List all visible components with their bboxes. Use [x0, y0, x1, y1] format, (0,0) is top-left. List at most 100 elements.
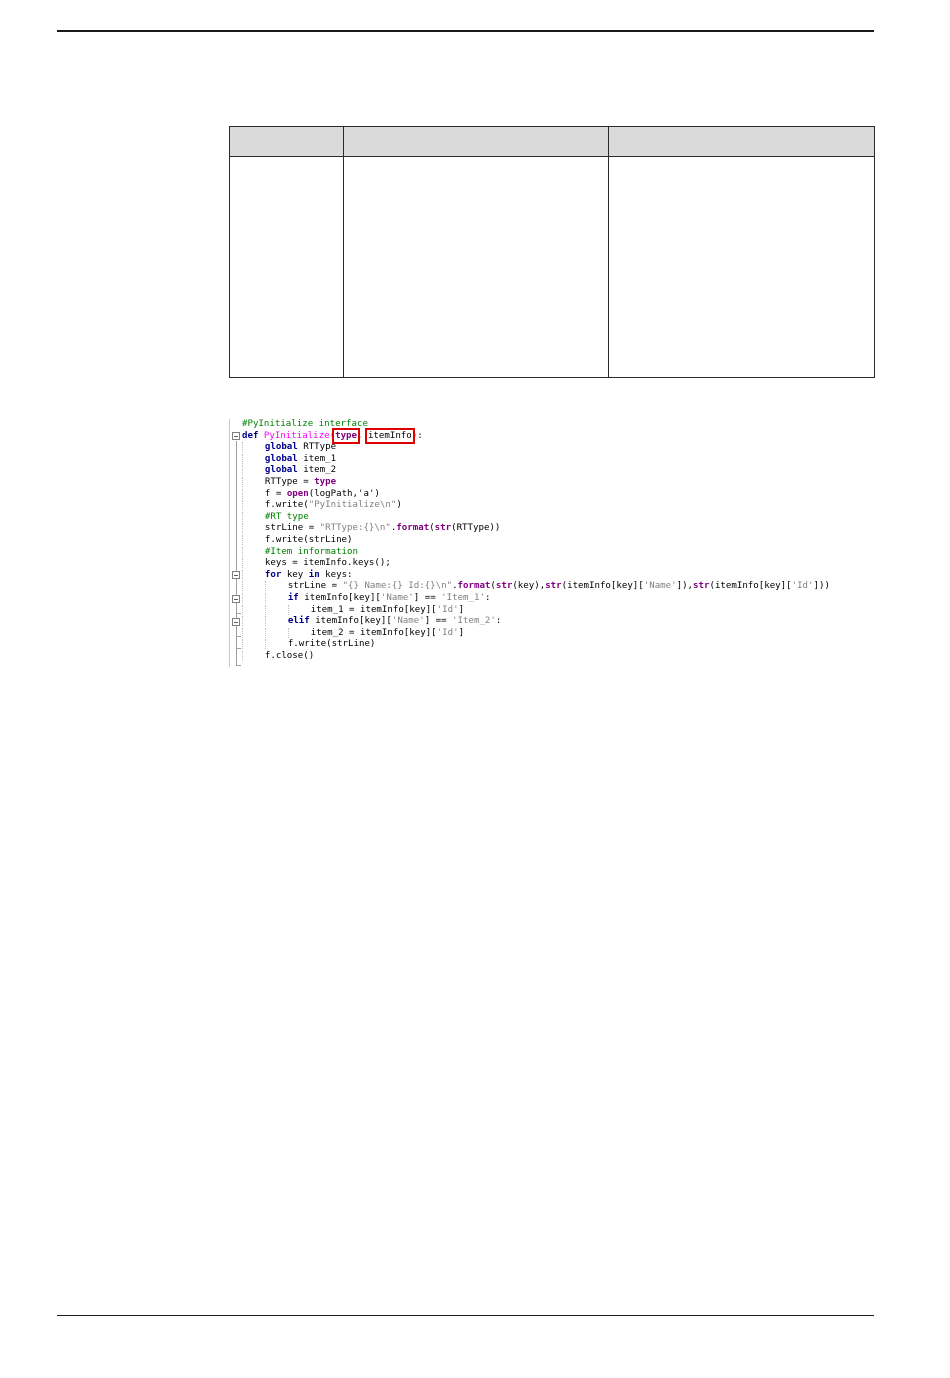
code-token: ): — [411, 430, 423, 441]
indent-guide — [242, 569, 265, 580]
highlighted-token: itemInfo — [364, 427, 415, 444]
code-token: f.close() — [264, 650, 315, 661]
table-cell — [229, 156, 344, 378]
code-line: f.close() — [242, 650, 830, 663]
code-line: #PyInitialize interface — [242, 419, 830, 431]
code-token: "{} Name:{} Id:{}\n" — [342, 581, 453, 592]
code-token: "RTType:{}\n" — [319, 523, 391, 534]
code-token: (RTType)) — [451, 523, 501, 534]
indent-guide — [242, 639, 265, 650]
fold-end-marker — [236, 648, 241, 649]
indent-guide — [242, 523, 265, 534]
code-token: item_2 — [303, 465, 337, 476]
fold-end-marker — [236, 613, 241, 614]
highlighted-token: type — [332, 427, 360, 444]
fold-collapse-icon — [232, 618, 240, 626]
code-token: elif — [287, 616, 316, 627]
code-line: f.write("PyInitialize\n") — [242, 500, 830, 512]
indent-guide — [242, 616, 265, 627]
code-line: #Item information — [242, 546, 830, 559]
indent-guide — [242, 558, 265, 569]
code-token: itemInfo[key][ — [304, 592, 381, 603]
code-token: f.write(strLine) — [264, 534, 353, 545]
fold-collapse-icon — [232, 595, 240, 603]
code-token: ] == — [424, 616, 453, 627]
indent-guide — [264, 627, 288, 638]
indent-guide — [242, 534, 265, 545]
code-token: keys: — [325, 569, 353, 580]
code-token: format — [457, 581, 491, 592]
code-token: str — [495, 581, 513, 592]
code-token: RTType = — [264, 476, 315, 487]
fold-collapse-icon — [232, 432, 240, 440]
code-line: item_2 = itemInfo[key]['Id'] — [242, 627, 830, 640]
code-token: 'Id' — [436, 604, 459, 615]
code-token: 'Name' — [380, 592, 414, 603]
code-token: global — [264, 442, 304, 453]
code-line: global item_1 — [242, 453, 830, 466]
code-token: RTType — [303, 442, 337, 453]
table-header-cell — [229, 126, 344, 157]
table-header-cell — [343, 126, 609, 157]
indent-guide — [264, 639, 288, 650]
code-token: #PyInitialize interface — [242, 419, 368, 429]
fold-end-marker — [236, 636, 241, 637]
code-token: : — [484, 592, 491, 603]
code-token: format — [396, 523, 430, 534]
code-token: strLine = — [287, 581, 343, 592]
indent-guide — [264, 592, 288, 603]
code-line: f.write(strLine) — [242, 639, 830, 651]
code-token: ] — [458, 627, 465, 638]
fold-collapse-icon — [232, 571, 240, 579]
indent-guide — [242, 627, 265, 638]
table-header-cell — [608, 126, 875, 157]
code-token: 'Id' — [436, 627, 459, 638]
indent-guide — [242, 488, 265, 499]
code-line: keys = itemInfo.keys(); — [242, 558, 830, 570]
code-token: str — [434, 523, 452, 534]
code-token: keys = itemInfo.keys(); — [264, 558, 391, 569]
code-token: str — [693, 581, 710, 592]
footer-rule — [57, 1315, 874, 1316]
code-token: open — [286, 488, 309, 499]
code-token: global — [264, 453, 304, 464]
code-token: "PyInitialize\n" — [308, 500, 397, 511]
code-token: item_2 = itemInfo[key][ — [310, 627, 437, 638]
table-cell — [608, 156, 875, 378]
code-token: for — [264, 569, 287, 580]
code-token: #Item information — [264, 546, 358, 557]
code-line: #RT type — [242, 511, 830, 524]
code-token: if — [287, 592, 305, 603]
code-screenshot: #PyInitialize interface def PyInitialize(… — [229, 419, 869, 667]
code-token: ])) — [813, 581, 830, 592]
table-cell — [343, 156, 609, 378]
code-token: item_1 — [303, 453, 337, 464]
indent-guide — [287, 627, 311, 638]
code-token: PyInitialize( — [263, 430, 336, 441]
code-token: ) — [396, 500, 402, 511]
code-token: (key), — [512, 581, 546, 592]
indent-guide — [242, 476, 265, 487]
code-token: 'Name' — [391, 616, 425, 627]
code-listing: #PyInitialize interface def PyInitialize(… — [242, 419, 830, 662]
indent-guide — [287, 604, 311, 615]
code-token: in — [308, 569, 326, 580]
indent-guide — [242, 604, 265, 615]
code-line: f.write(strLine) — [242, 534, 830, 547]
table-row — [229, 156, 875, 378]
indent-guide — [264, 604, 288, 615]
code-token: 'Name' — [643, 581, 677, 592]
code-line: strLine = "{} Name:{} Id:{}\n".format(st… — [242, 581, 830, 593]
code-token: (logPath,'a') — [308, 488, 380, 499]
code-token: 'Item_2' — [452, 616, 496, 627]
code-token: str — [545, 581, 562, 592]
code-token: strLine = — [264, 523, 320, 534]
indent-guide — [242, 465, 265, 476]
code-token: key — [286, 569, 309, 580]
code-line: global RTType — [242, 442, 830, 454]
fold-guide — [236, 441, 237, 666]
code-line: if itemInfo[key]['Name'] == 'Item_1': — [242, 592, 830, 605]
code-token: f.write( — [264, 500, 309, 511]
code-token: 'Item_1' — [441, 592, 485, 603]
code-line: RTType = type — [242, 476, 830, 489]
